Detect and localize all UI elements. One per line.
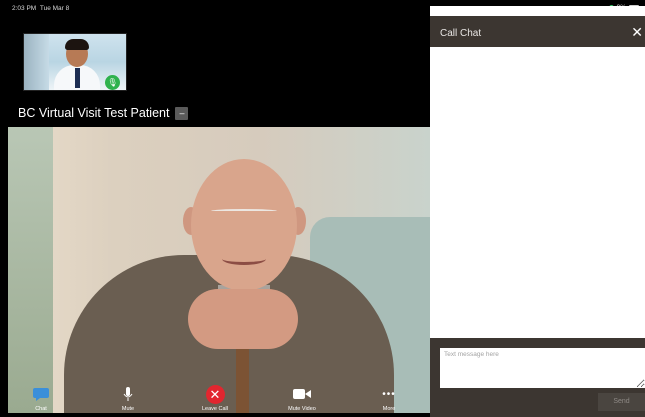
self-view-thumbnail[interactable]: 🎙 — [23, 33, 127, 91]
leave-call-icon: ✕ — [205, 384, 225, 404]
chat-title: Call Chat — [440, 28, 482, 39]
chat-messages — [430, 47, 645, 338]
mute-label: Mute — [121, 406, 135, 412]
video-brow — [211, 209, 277, 213]
call-screen: 2:03 PM Tue Mar 8 9% 🎙 BC Virtual Visit … — [0, 0, 645, 417]
participant-name: BC Virtual Visit Test Patient — [18, 106, 170, 120]
mute-button[interactable]: Mute — [103, 380, 153, 417]
more-dots-icon: ••• — [382, 388, 396, 400]
mute-video-label: Mute Video — [288, 406, 316, 412]
chat-composer: Send — [430, 338, 645, 417]
more-label: More — [382, 406, 396, 412]
message-input[interactable] — [440, 348, 645, 388]
video-area: 🎙 BC Virtual Visit Test Patient – Chat M… — [0, 16, 430, 417]
chat-label: Chat — [35, 406, 47, 412]
microphone-icon — [123, 384, 133, 404]
video-person-face — [191, 159, 297, 291]
video-camera-icon — [292, 384, 312, 404]
minimize-icon[interactable]: – — [175, 106, 189, 120]
more-button[interactable]: ••• More — [364, 380, 414, 417]
thumbnail-background — [24, 34, 49, 90]
video-hands — [188, 289, 298, 349]
chat-icon — [32, 384, 50, 404]
leave-call-label: Leave Call — [202, 406, 228, 412]
call-chat-panel: Call Chat ✕ Send — [430, 6, 645, 417]
leave-call-button[interactable]: ✕ Leave Call — [190, 380, 240, 417]
video-background-left — [8, 127, 53, 413]
call-toolbar: Chat Mute ✕ Leave Call Mute Video ••• Mo… — [0, 380, 430, 417]
video-smile — [222, 253, 266, 265]
status-time: 2:03 PM Tue Mar 8 — [12, 5, 70, 12]
remote-video — [8, 127, 430, 413]
thumbnail-hair — [65, 39, 89, 50]
send-button[interactable]: Send — [598, 393, 645, 411]
chat-header: Call Chat ✕ — [430, 16, 645, 47]
participant-label: BC Virtual Visit Test Patient – — [18, 105, 189, 121]
chat-button[interactable]: Chat — [16, 380, 66, 417]
mic-active-icon: 🎙 — [105, 75, 120, 90]
mute-video-button[interactable]: Mute Video — [277, 380, 327, 417]
thumbnail-tie — [75, 68, 80, 88]
close-icon[interactable]: ✕ — [631, 24, 643, 41]
